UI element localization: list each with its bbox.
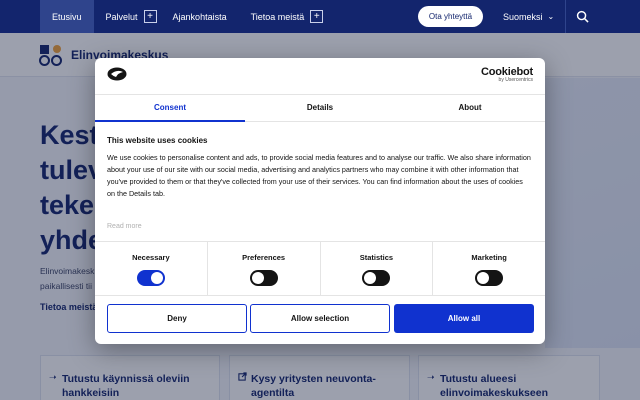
allow-selection-button[interactable]: Allow selection <box>250 304 390 333</box>
nav-item-label: Ajankohtaista <box>172 11 227 22</box>
language-selector[interactable]: Suomeksi ⌄ <box>503 0 554 33</box>
toggle-marketing: Marketing <box>433 242 545 295</box>
toggle-label: Statistics <box>359 253 394 262</box>
necessary-switch[interactable] <box>136 270 165 286</box>
toggle-statistics: Statistics <box>321 242 434 295</box>
read-more-link[interactable]: Read more <box>107 223 142 230</box>
cookiebot-logo-icon <box>107 67 127 81</box>
dialog-title: This website uses cookies <box>107 136 208 145</box>
expand-tietoa-button[interactable]: + <box>310 10 324 23</box>
nav-item-tietoa-meista[interactable]: Tietoa meistä + <box>239 0 328 33</box>
tab-consent[interactable]: Consent <box>95 95 245 122</box>
deny-button[interactable]: Deny <box>107 304 247 333</box>
toggle-preferences: Preferences <box>208 242 321 295</box>
statistics-switch[interactable] <box>362 270 391 286</box>
chevron-down-icon: ⌄ <box>547 12 555 21</box>
nav-item-label: Etusivu <box>52 11 82 22</box>
toggle-necessary: Necessary <box>95 242 208 295</box>
allow-all-button[interactable]: Allow all <box>394 304 534 333</box>
tab-about[interactable]: About <box>395 95 545 121</box>
cookie-consent-dialog: Cookiebot by Usercentrics Consent Detail… <box>95 58 545 344</box>
expand-palvelut-button[interactable]: + <box>143 10 157 23</box>
nav-divider <box>565 0 566 33</box>
toggle-label: Necessary <box>132 253 170 262</box>
cookie-category-toggles: Necessary Preferences Statistics Marketi… <box>95 241 545 296</box>
toggle-label: Marketing <box>471 253 507 262</box>
contact-button[interactable]: Ota yhteyttä <box>418 6 483 27</box>
nav-item-label: Palvelut <box>105 11 138 22</box>
dialog-body-text: We use cookies to personalise content an… <box>107 153 531 198</box>
marketing-switch[interactable] <box>475 270 504 286</box>
nav-item-ajankohtaista[interactable]: Ajankohtaista <box>161 0 239 33</box>
consent-tabs: Consent Details About <box>95 94 545 122</box>
toggle-label: Preferences <box>242 253 286 262</box>
tab-details[interactable]: Details <box>245 95 395 121</box>
nav-item-palvelut[interactable]: Palvelut + <box>94 0 161 33</box>
nav-item-etusivu[interactable]: Etusivu <box>40 0 94 33</box>
nav-item-label: Tietoa meistä <box>250 11 305 22</box>
search-icon[interactable] <box>576 10 589 23</box>
preferences-switch[interactable] <box>249 270 278 286</box>
cookiebot-brand: Cookiebot by Usercentrics <box>481 66 533 83</box>
language-label: Suomeksi <box>503 11 543 22</box>
